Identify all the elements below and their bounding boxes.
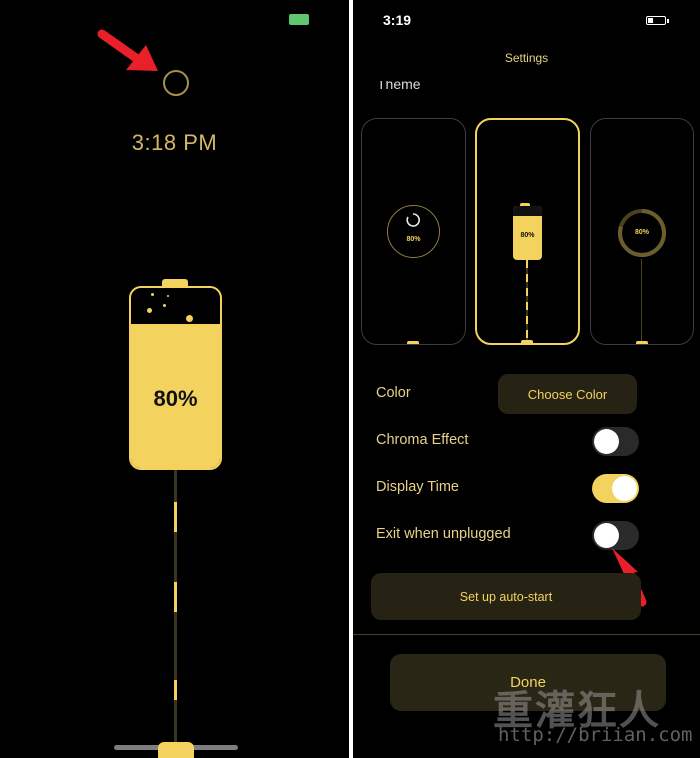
exit-when-unplugged-toggle[interactable] [592, 521, 639, 550]
bubble [186, 315, 193, 322]
status-battery-icon [289, 14, 309, 25]
status-battery-tip [667, 19, 669, 23]
color-label: Color [376, 385, 411, 401]
battery-percent: 80% [153, 386, 198, 411]
clock-display: 3:18 PM [131, 130, 218, 155]
choose-color-button[interactable]: Choose Color [498, 374, 637, 414]
watermark-url: http://briian.com [498, 724, 693, 746]
red-arrow-icon [97, 29, 158, 71]
bubble [167, 295, 169, 297]
loading-arc-icon [406, 213, 420, 227]
cable-plug [158, 742, 194, 758]
card-plug [636, 341, 648, 344]
theme-percent: 80% [520, 232, 535, 239]
setup-autostart-button[interactable]: Set up auto-start [371, 573, 641, 620]
exit-when-unplugged-label: Exit when unplugged [376, 526, 511, 542]
status-time: 3:19 [383, 12, 412, 28]
theme-percent: 80% [406, 236, 421, 243]
divider [353, 634, 700, 635]
settings-screen: 3:19 Settings Theme 80% 80% 80% Color Ch… [353, 0, 700, 758]
bubble [147, 308, 152, 313]
theme-card-gauge[interactable]: 80% [590, 118, 694, 345]
toggle-knob [594, 429, 619, 454]
chroma-effect-toggle[interactable] [592, 427, 639, 456]
battery-graphic: 80% [129, 286, 222, 470]
display-time-toggle[interactable] [592, 474, 639, 503]
status-battery-icon [646, 16, 666, 25]
theme-card-ring[interactable]: 80% [361, 118, 466, 345]
cable-segment [174, 502, 177, 532]
charging-screen: 3:18 PM 80% [0, 0, 349, 758]
theme-card-battery[interactable]: 80% [475, 118, 580, 345]
mini-cable [526, 260, 528, 342]
toggle-knob [594, 523, 619, 548]
section-theme-label: Theme [377, 81, 421, 92]
page-title: Settings [504, 51, 549, 65]
mini-cable [641, 259, 642, 341]
bubble [151, 293, 154, 296]
card-plug [407, 341, 419, 344]
card-plug [521, 340, 533, 343]
bubble [163, 304, 166, 307]
cable-segment [174, 680, 177, 700]
toggle-knob [612, 476, 637, 501]
cable-segment [174, 582, 177, 612]
chroma-effect-label: Chroma Effect [376, 432, 469, 448]
settings-ring-button[interactable] [163, 70, 189, 96]
battery-wave [131, 343, 220, 357]
theme-percent: 80% [634, 229, 649, 236]
display-time-label: Display Time [376, 479, 459, 495]
